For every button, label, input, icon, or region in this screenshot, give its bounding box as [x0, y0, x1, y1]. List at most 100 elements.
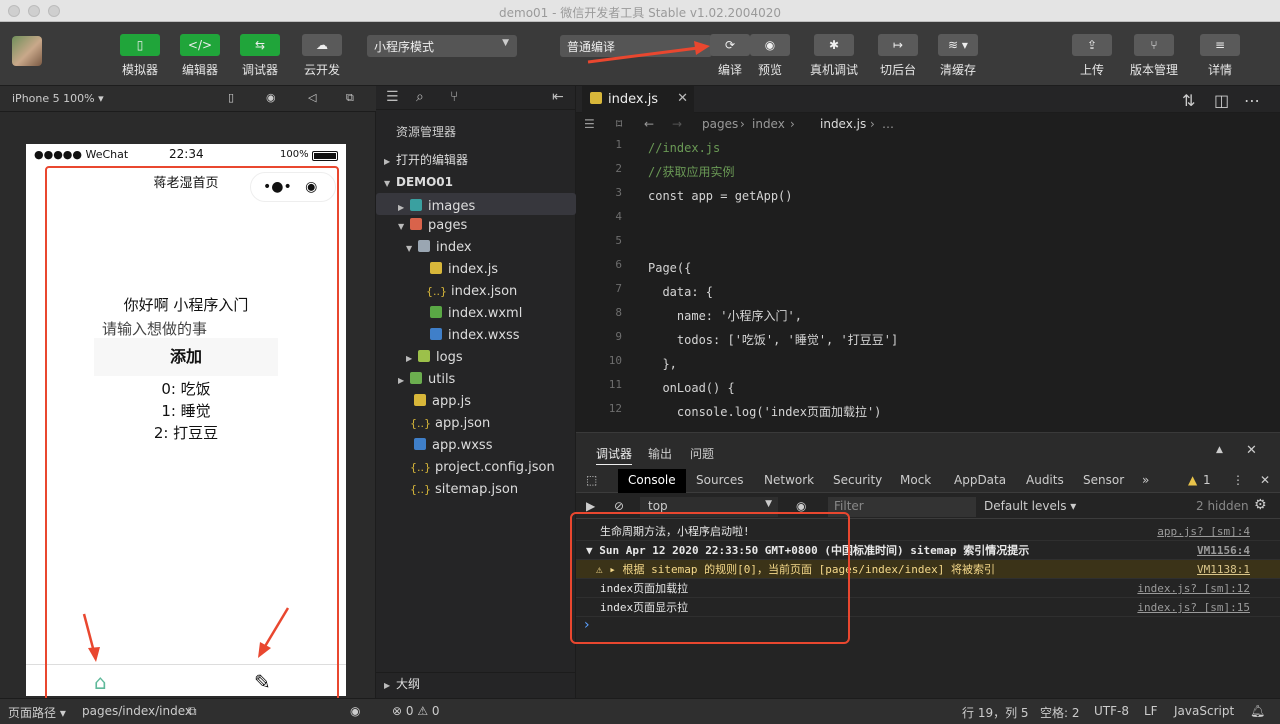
tab-network[interactable]: Network — [764, 473, 814, 487]
code-line[interactable]: }, — [648, 352, 676, 376]
tree-item-index-json[interactable]: {..} index.json — [376, 281, 576, 303]
more-icon[interactable]: ⋯ — [1244, 91, 1260, 110]
version-button[interactable]: ⑂ 版本管理 — [1130, 34, 1178, 78]
language-mode[interactable]: JavaScript — [1174, 704, 1234, 718]
breadcrumb-item[interactable]: pages — [702, 117, 738, 131]
simulator-button[interactable]: ▯ 模拟器 — [120, 34, 160, 78]
breadcrumb-item[interactable]: index — [752, 117, 785, 131]
breadcrumb-item[interactable]: … — [882, 117, 894, 131]
tab-console[interactable]: Console — [618, 469, 686, 493]
code-line[interactable]: name: '小程序入门', — [648, 304, 802, 328]
tree-item-index-wxml[interactable]: index.wxml — [376, 303, 576, 325]
inspect-icon[interactable]: ⬚ — [586, 473, 597, 487]
close-icon[interactable]: ✕ — [1260, 473, 1270, 487]
tab-mock[interactable]: Mock — [900, 473, 931, 487]
compare-icon[interactable]: ⇅ — [1182, 91, 1195, 110]
tree-item-index-js[interactable]: index.js — [376, 259, 576, 281]
tree-item-project-config[interactable]: {..} project.config.json — [376, 457, 576, 479]
open-editors-section[interactable]: ▶ 打开的编辑器 — [376, 149, 576, 171]
tab-index-js[interactable]: index.js ✕ — [582, 86, 694, 113]
split-editor-icon[interactable]: ◫ — [1214, 91, 1229, 110]
outline-section[interactable]: ▶ 大纲 — [376, 672, 576, 694]
breadcrumb-item[interactable]: index.js — [820, 117, 866, 131]
collapse-icon[interactable]: ⇤ — [552, 89, 564, 105]
eye-icon[interactable]: ◉ — [350, 704, 360, 718]
back-icon[interactable]: ← — [644, 117, 654, 131]
tree-item-app-json[interactable]: {..} app.json — [376, 413, 576, 435]
search-icon[interactable]: ⌕ — [416, 89, 424, 105]
code-line[interactable]: Page({ — [648, 256, 691, 280]
page-path-label[interactable]: 页面路径 ▾ — [8, 704, 66, 721]
remote-debug-button[interactable]: ✱ 真机调试 — [810, 34, 858, 78]
upload-button[interactable]: ⇪ 上传 — [1072, 34, 1112, 78]
close-icon[interactable]: ✕ — [677, 91, 688, 106]
tab-sources[interactable]: Sources — [696, 473, 743, 487]
tree-item-app-js[interactable]: app.js — [376, 391, 576, 413]
code-line[interactable]: onLoad() { — [648, 376, 734, 400]
tab-audits[interactable]: Audits — [1026, 473, 1064, 487]
preview-button[interactable]: ◉ 预览 — [750, 34, 790, 78]
clear-console-icon[interactable]: ⊘ — [614, 499, 624, 513]
tree-item-logs[interactable]: ▶ logs — [376, 347, 576, 369]
code-line[interactable]: const app = getApp() — [648, 184, 793, 208]
list-icon[interactable]: ☰ — [584, 117, 595, 131]
chevron-up-icon[interactable]: ▲ — [1216, 445, 1223, 455]
popout-icon[interactable]: ⧉ — [346, 91, 354, 105]
code-line[interactable]: data: { — [648, 280, 713, 304]
tab-appdata[interactable]: AppData — [954, 473, 1006, 487]
indentation[interactable]: 空格: 2 — [1040, 704, 1080, 721]
tab-sensor[interactable]: Sensor — [1083, 473, 1124, 487]
avatar[interactable] — [12, 36, 42, 66]
tree-item-index-wxss[interactable]: index.wxss — [376, 325, 576, 347]
close-icon[interactable]: ✕ — [1246, 443, 1257, 458]
bell-icon[interactable]: 🔔︎ — [1250, 704, 1265, 718]
clear-cache-button[interactable]: ≋ ▾ 清缓存 — [938, 34, 978, 78]
tree-item-app-wxss[interactable]: app.wxss — [376, 435, 576, 457]
filter-input[interactable]: Filter — [828, 497, 976, 517]
code-line[interactable]: console.log('index页面加载拉') — [648, 400, 882, 424]
kebab-icon[interactable]: ⋮ — [1232, 473, 1244, 487]
tab-security[interactable]: Security — [833, 473, 882, 487]
bookmark-icon[interactable]: ⌑ — [616, 117, 622, 131]
copy-icon[interactable]: ⧉ — [188, 704, 197, 719]
log-source-link[interactable]: index.js? [sm]:15 — [1137, 598, 1250, 617]
line-ending[interactable]: LF — [1144, 704, 1158, 718]
problems-count[interactable]: ⊗ 0 ⚠ 0 — [392, 704, 440, 718]
project-section[interactable]: ▼ DEMO01 — [376, 171, 576, 193]
log-source-link[interactable]: index.js? [sm]:12 — [1137, 579, 1250, 598]
tab-debugger[interactable]: 调试器 — [596, 445, 633, 465]
list-icon[interactable]: ☰ — [386, 89, 399, 105]
volume-icon[interactable]: ◁ — [308, 91, 316, 104]
forward-icon[interactable]: → — [672, 117, 682, 131]
tree-item-sitemap[interactable]: {..} sitemap.json — [376, 479, 576, 501]
warning-count[interactable]: 1 — [1203, 473, 1211, 487]
eye-icon[interactable]: ◉ — [796, 499, 806, 513]
tree-item-pages[interactable]: ▼ pages — [376, 215, 576, 237]
tree-item-utils[interactable]: ▶ utils — [376, 369, 576, 391]
log-source-link[interactable]: VM1138:1 — [1197, 560, 1250, 579]
cursor-position[interactable]: 行 19，列 5 — [962, 704, 1029, 721]
code-lines[interactable]: 1 //index.js 2 //获取应用实例 3 const app = getApp(… — [576, 136, 1280, 432]
device-select[interactable]: iPhone 5 100% ▾ — [12, 92, 104, 105]
compile-button[interactable]: ⟳ 编译 — [710, 34, 750, 78]
code-line[interactable]: todos: ['吃饭', '睡觉', '打豆豆'] — [648, 328, 898, 352]
tree-item-images[interactable]: ▶ images — [376, 193, 576, 215]
debugger-button[interactable]: ⇆ 调试器 — [240, 34, 280, 78]
cloud-button[interactable]: ☁ 云开发 — [302, 34, 342, 78]
record-icon[interactable]: ◉ — [266, 91, 276, 104]
code-line[interactable]: //index.js — [648, 136, 720, 160]
branch-icon[interactable]: ⑂ — [450, 89, 458, 105]
sidebar-toggle-icon[interactable]: ▶ — [586, 499, 595, 513]
log-source-link[interactable]: VM1156:4 — [1197, 541, 1250, 560]
levels-select[interactable]: Default levels ▾ — [984, 499, 1076, 513]
log-source-link[interactable]: app.js? [sm]:4 — [1157, 522, 1250, 541]
code-line[interactable]: //获取应用实例 — [648, 160, 734, 184]
mode-select[interactable]: 小程序模式 ▼ — [367, 35, 517, 57]
background-button[interactable]: ↦ 切后台 — [878, 34, 918, 78]
encoding[interactable]: UTF-8 — [1094, 704, 1129, 718]
gear-icon[interactable]: ⚙ — [1254, 497, 1267, 513]
tab-problems[interactable]: 问题 — [690, 445, 714, 462]
more-tabs-button[interactable]: » — [1142, 473, 1149, 487]
editor-button[interactable]: </> 编辑器 — [180, 34, 220, 78]
phone-icon[interactable]: ▯ — [228, 91, 234, 104]
